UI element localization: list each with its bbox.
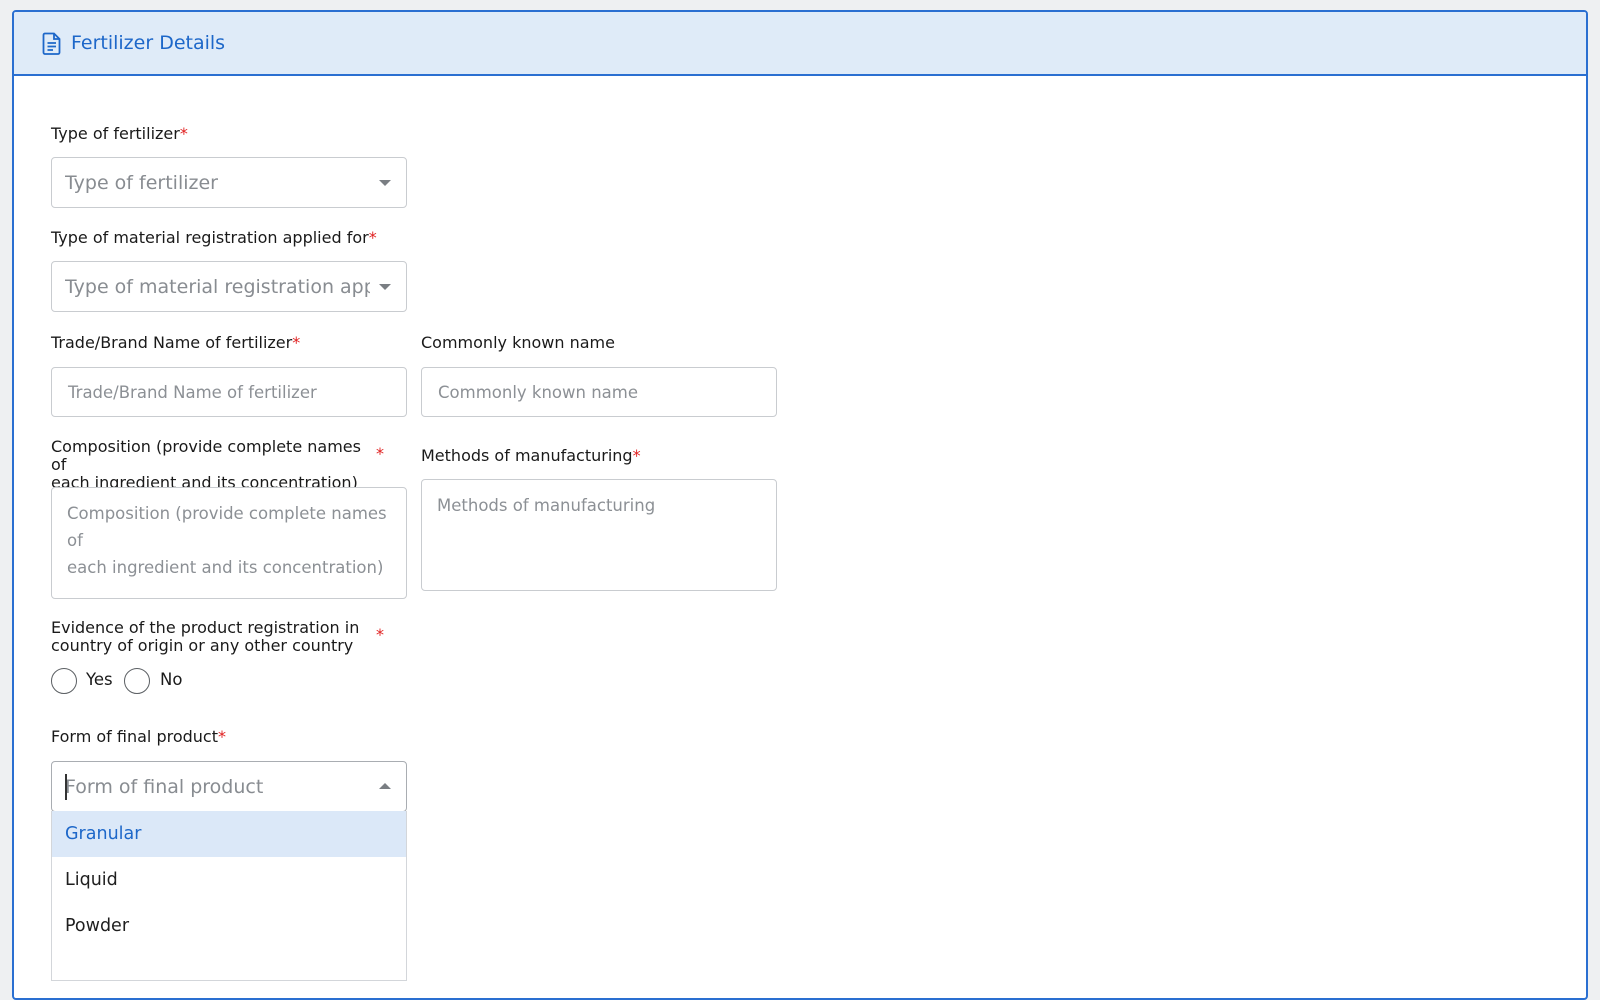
commonly-known-name-label-text: Commonly known name bbox=[421, 333, 615, 352]
dropdown-option-granular[interactable]: Granular bbox=[52, 811, 406, 857]
methods-of-manufacturing-label-text: Methods of manufacturing bbox=[421, 446, 633, 465]
required-mark: * bbox=[632, 446, 641, 465]
trade-brand-name-label: Trade/Brand Name of fertilizer* bbox=[51, 334, 300, 352]
form-of-final-product-select[interactable]: Form of final product bbox=[51, 761, 407, 812]
evidence-registration-label-line2: country of origin or any other country bbox=[51, 636, 354, 655]
required-mark: * bbox=[292, 333, 301, 352]
dropdown-option-powder[interactable]: Powder bbox=[52, 903, 406, 949]
chevron-up-icon bbox=[379, 783, 391, 789]
chevron-down-icon bbox=[379, 180, 391, 186]
methods-of-manufacturing-label: Methods of manufacturing* bbox=[421, 447, 641, 465]
methods-of-manufacturing-placeholder: Methods of manufacturing bbox=[437, 496, 656, 515]
evidence-registration-label-line1: Evidence of the product registration in bbox=[51, 618, 360, 637]
required-mark: * bbox=[368, 228, 377, 247]
required-mark: * bbox=[376, 444, 384, 463]
evidence-no-radio[interactable] bbox=[124, 668, 150, 694]
required-mark: * bbox=[376, 625, 384, 644]
composition-placeholder-line2: each ingredient and its concentration) bbox=[67, 558, 384, 577]
form-of-final-product-dropdown: Granular Liquid Powder bbox=[51, 811, 407, 981]
evidence-yes-radio[interactable] bbox=[51, 668, 77, 694]
composition-placeholder-line1: Composition (provide complete names of bbox=[67, 504, 387, 550]
material-registration-select[interactable]: Type of material registration applie bbox=[51, 261, 407, 312]
type-of-fertilizer-placeholder: Type of fertilizer bbox=[65, 171, 218, 194]
commonly-known-name-input[interactable]: Commonly known name bbox=[421, 367, 777, 417]
commonly-known-name-label: Commonly known name bbox=[421, 334, 615, 352]
form-of-final-product-placeholder: Form of final product bbox=[65, 775, 264, 798]
evidence-no-label[interactable]: No bbox=[160, 670, 182, 689]
required-mark: * bbox=[218, 727, 226, 746]
composition-textarea[interactable]: Composition (provide complete names of e… bbox=[51, 487, 407, 599]
type-of-fertilizer-select[interactable]: Type of fertilizer bbox=[51, 157, 407, 208]
type-of-fertilizer-label: Type of fertilizer* bbox=[51, 125, 188, 143]
trade-brand-name-input[interactable]: Trade/Brand Name of fertilizer bbox=[51, 367, 407, 417]
material-registration-label: Type of material registration applied fo… bbox=[51, 229, 377, 247]
composition-label-line1: Composition (provide complete names of bbox=[51, 437, 361, 474]
methods-of-manufacturing-textarea[interactable]: Methods of manufacturing bbox=[421, 479, 777, 591]
trade-brand-name-placeholder: Trade/Brand Name of fertilizer bbox=[68, 382, 317, 402]
fertilizer-form: Type of fertilizer* Type of fertilizer T… bbox=[0, 0, 1600, 981]
form-of-final-product-label: Form of final product* bbox=[51, 728, 226, 746]
material-registration-label-text: Type of material registration applied fo… bbox=[51, 228, 369, 247]
form-of-final-product-label-text: Form of final product bbox=[51, 727, 218, 746]
type-of-fertilizer-label-text: Type of fertilizer bbox=[51, 124, 180, 143]
dropdown-option-liquid[interactable]: Liquid bbox=[52, 857, 406, 903]
composition-label: Composition (provide complete names of e… bbox=[51, 438, 371, 492]
trade-brand-name-label-text: Trade/Brand Name of fertilizer bbox=[51, 333, 293, 352]
evidence-yes-label[interactable]: Yes bbox=[86, 670, 113, 689]
text-cursor bbox=[65, 774, 67, 800]
chevron-down-icon bbox=[379, 284, 391, 290]
evidence-registration-label: Evidence of the product registration in … bbox=[51, 619, 371, 655]
material-registration-placeholder: Type of material registration applie bbox=[65, 275, 370, 298]
required-mark: * bbox=[179, 124, 188, 143]
commonly-known-name-placeholder: Commonly known name bbox=[438, 382, 639, 402]
